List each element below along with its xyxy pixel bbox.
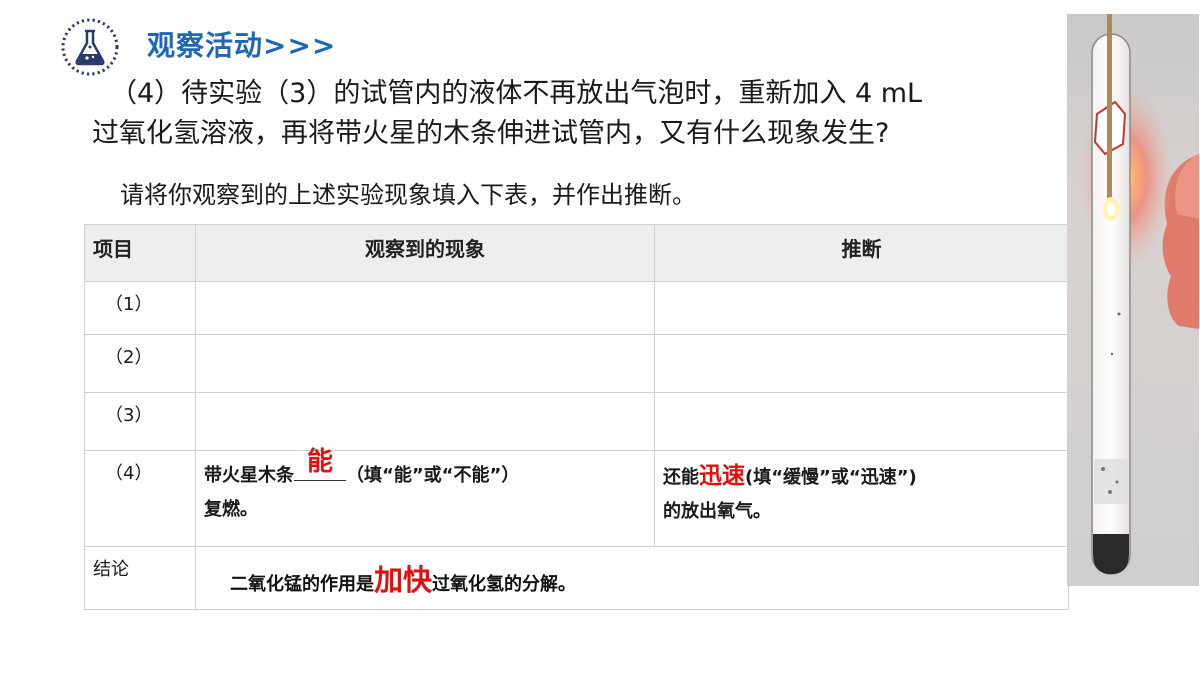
phenomenon-cell[interactable] bbox=[195, 392, 655, 451]
phenomenon-hint: （填“能”或“不能”） bbox=[346, 465, 520, 486]
inference-hint: (填“缓慢”或“迅速”) bbox=[745, 467, 917, 488]
conclusion-label: 结论 bbox=[84, 546, 196, 610]
question-line-2: 过氧化氢溶液，再将带火星的木条伸进试管内，又有什么现象发生? bbox=[92, 118, 890, 149]
conclusion-cell: 二氧化锰的作用是加快过氧化氢的分解。 bbox=[195, 546, 1069, 610]
row-index: （3） bbox=[84, 392, 196, 451]
conclusion-row: 结论 二氧化锰的作用是加快过氧化氢的分解。 bbox=[84, 546, 1069, 610]
table-row: （2） bbox=[84, 334, 1069, 393]
phenomenon-suffix: 复燃。 bbox=[204, 499, 258, 520]
row-index: （4） bbox=[84, 450, 196, 547]
section-title: 观察活动>>> bbox=[147, 29, 337, 62]
table-row: （4） 带火星木条能 （填“能”或“不能”） 复燃。 还能迅速(填“缓慢”或“迅速… bbox=[84, 447, 1069, 547]
phenomenon-prefix: 带火星木条 bbox=[204, 465, 294, 486]
question-text: （4）待实验（3）的试管内的液体不再放出气泡时，重新加入 4 mL 过氧化氢溶液… bbox=[92, 74, 1077, 154]
question-line-1: （4）待实验（3）的试管内的液体不再放出气泡时，重新加入 4 mL bbox=[110, 78, 923, 109]
table-header-row: 项目 观察到的现象 推断 bbox=[84, 224, 1069, 282]
answer-text: 能 bbox=[306, 447, 333, 477]
phenomenon-cell[interactable] bbox=[195, 334, 655, 393]
flask-icon bbox=[61, 18, 119, 76]
observation-table: 项目 观察到的现象 推断 （1） （2） （3） （4） 带火星木条能 （填“能”… bbox=[84, 224, 1069, 610]
inference-cell[interactable] bbox=[654, 281, 1069, 335]
answer-blank: 能 bbox=[294, 447, 346, 481]
row-index: （2） bbox=[84, 334, 196, 393]
inference-prefix: 还能 bbox=[663, 467, 699, 488]
phenomenon-cell: 带火星木条能 （填“能”或“不能”） 复燃。 bbox=[195, 447, 655, 547]
inference-cell[interactable] bbox=[654, 334, 1069, 393]
inference-cell[interactable] bbox=[654, 392, 1069, 451]
header-inference: 推断 bbox=[654, 224, 1069, 282]
inference-suffix: 的放出氧气。 bbox=[663, 501, 771, 522]
test-tube-photo bbox=[1067, 14, 1199, 586]
row-index: （1） bbox=[84, 281, 196, 335]
inference-cell: 还能迅速(填“缓慢”或“迅速”) 的放出氧气。 bbox=[654, 450, 1069, 547]
conclusion-answer: 加快 bbox=[374, 563, 433, 597]
phenomenon-cell[interactable] bbox=[195, 281, 655, 335]
answer-text: 迅速 bbox=[699, 463, 745, 489]
table-row: （1） bbox=[84, 281, 1069, 335]
header-item: 项目 bbox=[84, 224, 196, 282]
instruction-text: 请将你观察到的上述实验现象填入下表，并作出推断。 bbox=[120, 181, 696, 209]
header-phenomenon: 观察到的现象 bbox=[195, 224, 655, 282]
table-row: （3） bbox=[84, 392, 1069, 451]
conclusion-prefix: 二氧化锰的作用是 bbox=[230, 574, 374, 595]
conclusion-suffix: 过氧化氢的分解。 bbox=[432, 574, 577, 595]
